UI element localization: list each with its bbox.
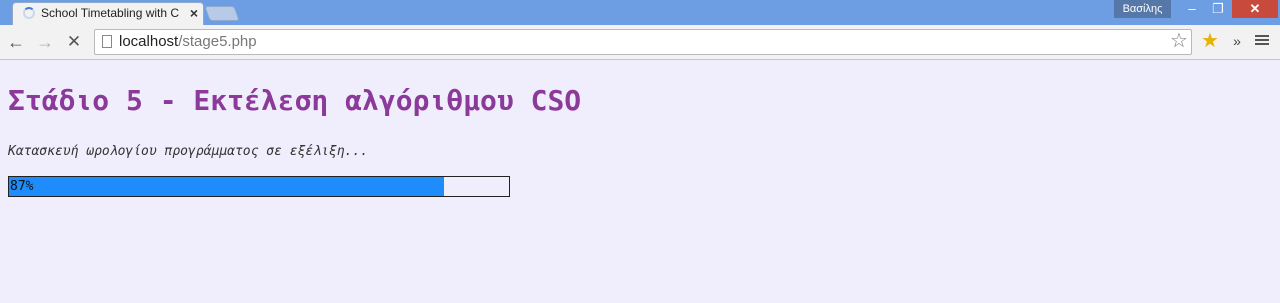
progress-bar-fill (9, 177, 444, 196)
close-window-icon[interactable]: ✕ (1232, 0, 1278, 18)
loading-spinner-icon (23, 7, 35, 19)
hamburger-menu-icon[interactable] (1254, 33, 1270, 49)
browser-tab[interactable]: School Timetabling with C × (12, 2, 204, 25)
browser-toolbar: ← → ✕ localhost/stage5.php ☆ ★ » (0, 25, 1280, 60)
stop-loading-icon[interactable]: ✕ (63, 32, 85, 52)
browser-title-bar: School Timetabling with C × Βασίλης – ❐ … (0, 0, 1280, 25)
back-arrow-icon[interactable]: ← (5, 32, 27, 52)
status-text: Κατασκευή ωρολογίου προγράμματος σε εξέλ… (8, 144, 369, 159)
extension-star-icon[interactable]: ★ (1199, 30, 1221, 52)
restore-window-icon[interactable]: ❐ (1206, 0, 1230, 18)
chevron-more-icon[interactable]: » (1230, 31, 1244, 51)
url-text[interactable]: localhost/stage5.php (119, 33, 257, 51)
url-path: /stage5.php (178, 33, 257, 50)
close-tab-icon[interactable]: × (187, 5, 201, 21)
new-tab-button[interactable] (204, 6, 240, 21)
forward-arrow-icon[interactable]: → (34, 32, 56, 52)
url-host: localhost (119, 33, 179, 50)
user-profile-badge[interactable]: Βασίλης (1114, 0, 1171, 18)
address-bar[interactable]: localhost/stage5.php (94, 29, 1192, 55)
page-title: Στάδιο 5 - Εκτέλεση αλγόριθμου CSO (8, 84, 582, 117)
progress-bar: 87% (8, 176, 510, 197)
bookmark-star-icon[interactable]: ☆ (1168, 30, 1190, 52)
tab-title: School Timetabling with C (41, 6, 180, 20)
minimize-icon[interactable]: – (1180, 0, 1204, 18)
page-icon (102, 35, 112, 48)
progress-label: 87% (10, 179, 34, 194)
